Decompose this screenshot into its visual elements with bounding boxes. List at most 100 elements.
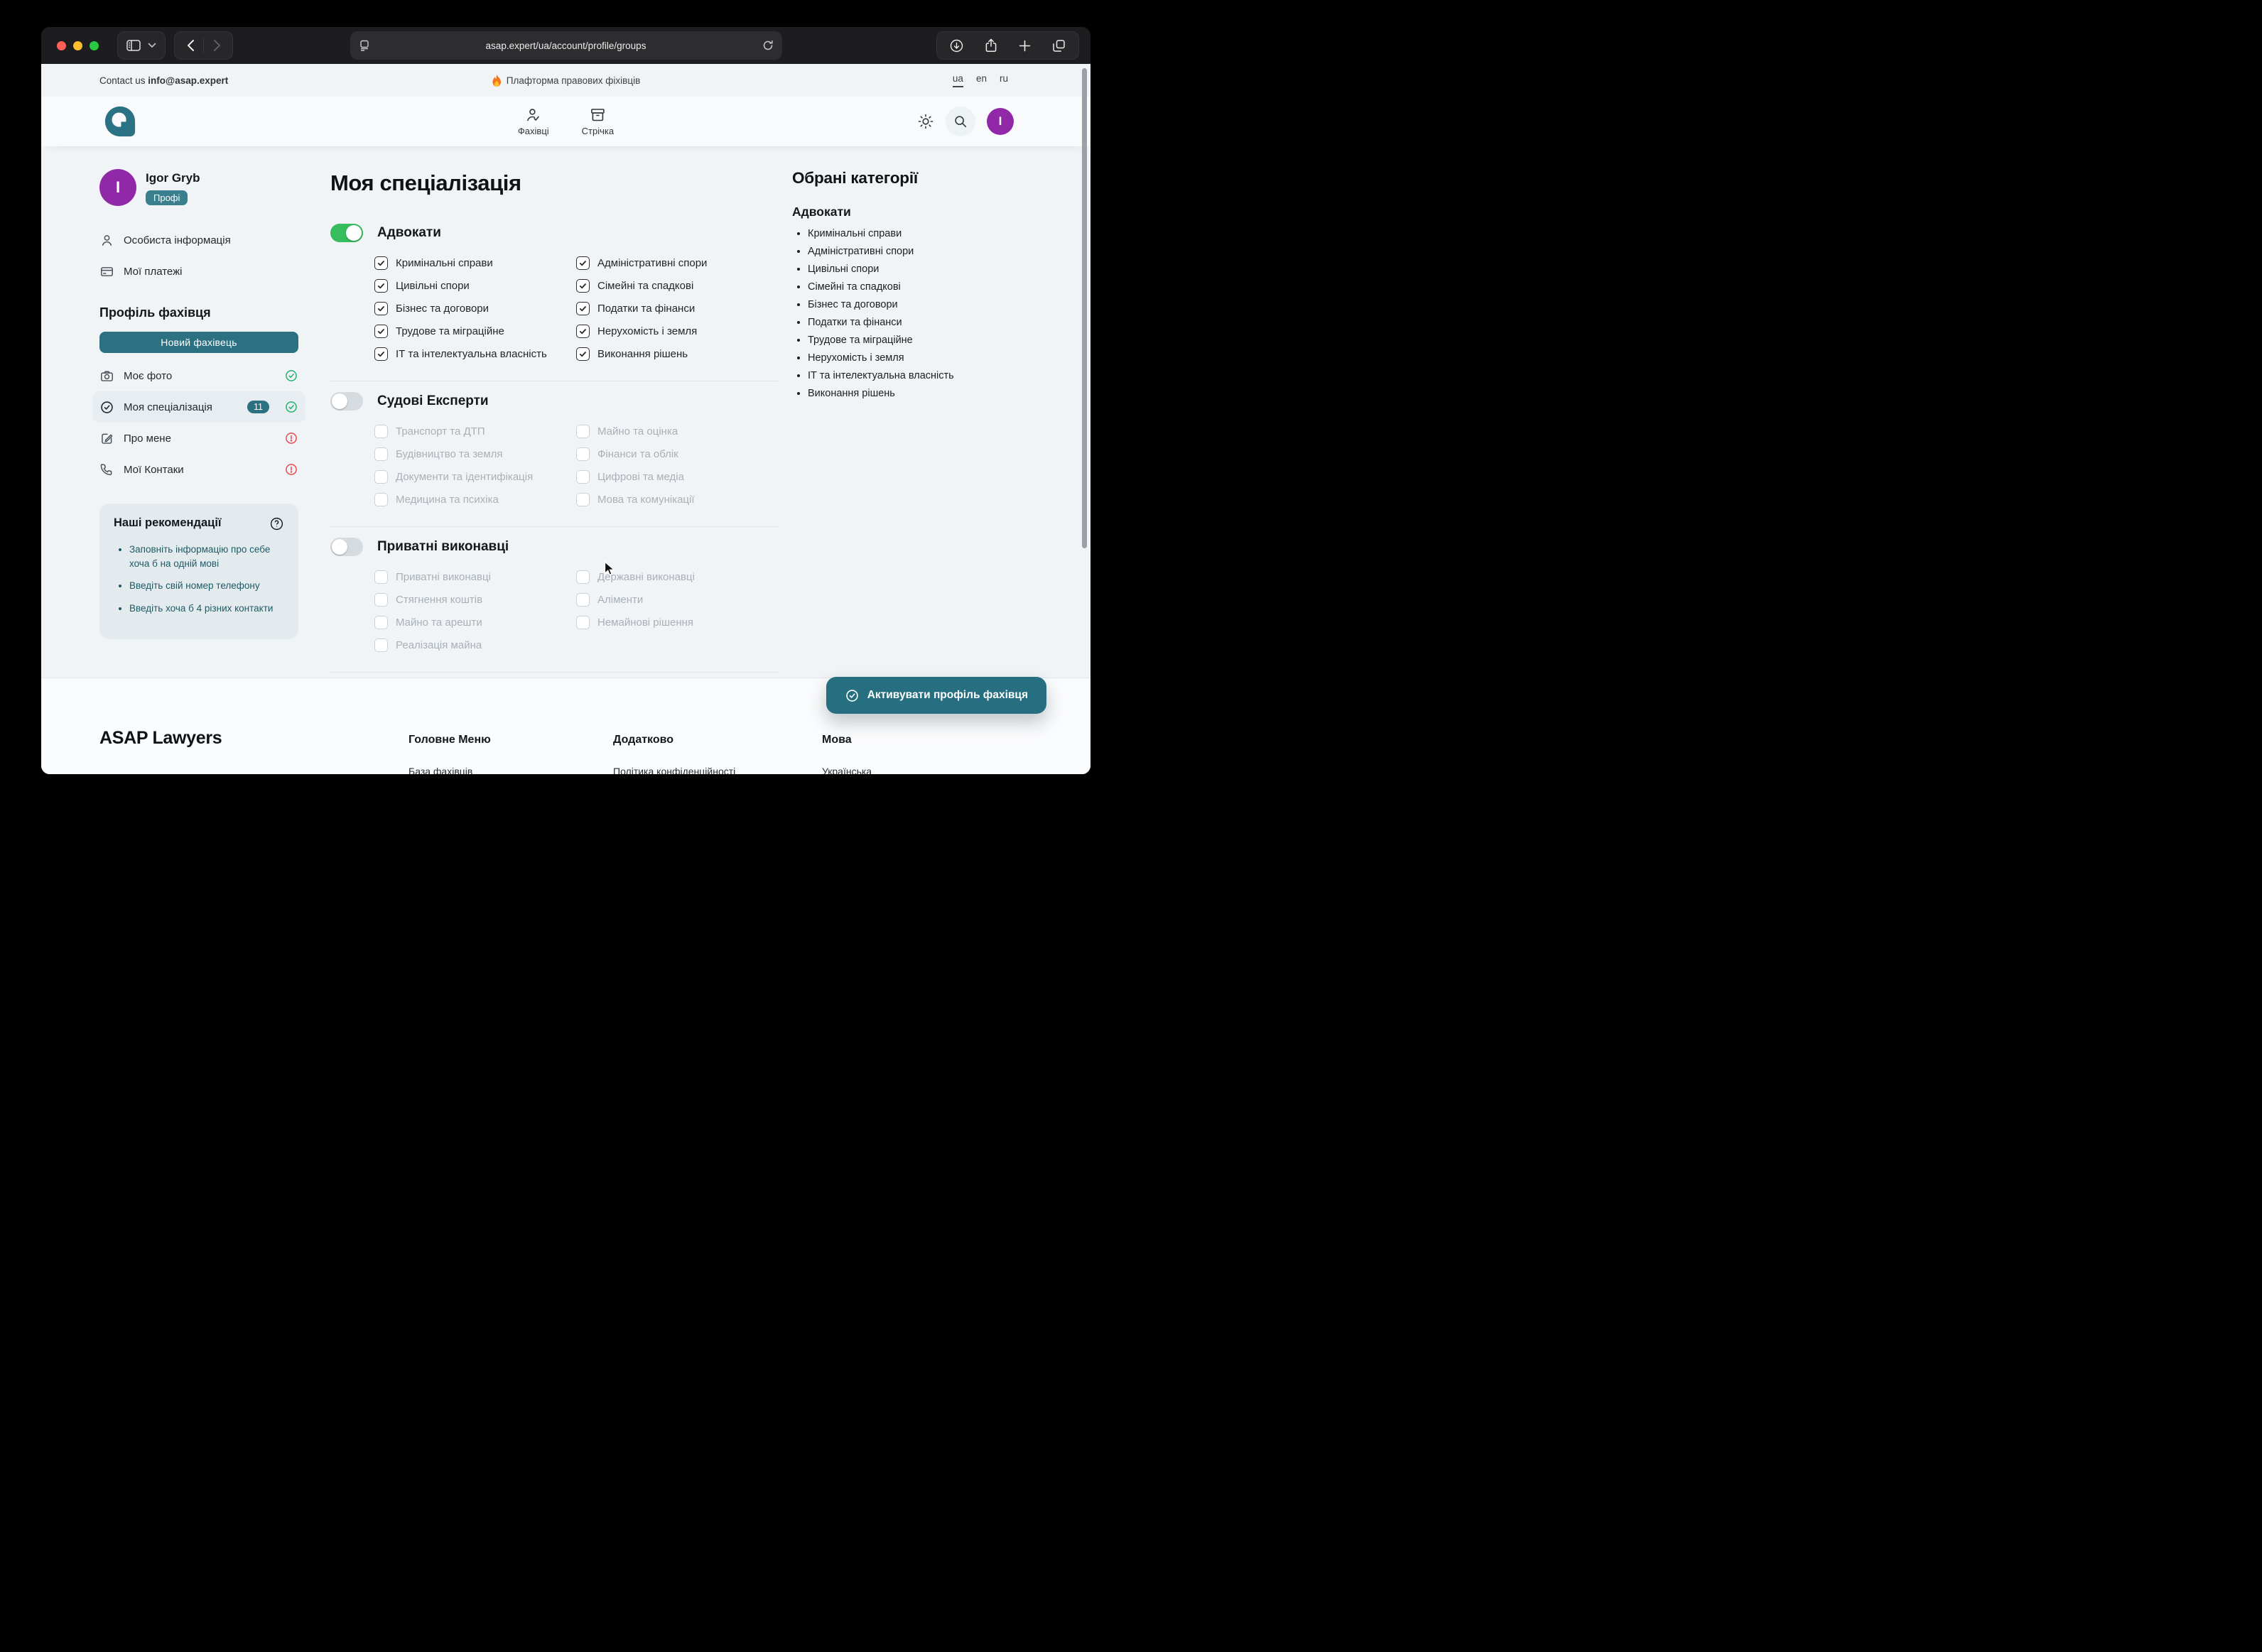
category-label: Сімейні та спадкові [597,280,693,292]
sidebar-item-about-me[interactable]: Про мене [92,423,305,454]
done-check-icon [284,400,298,414]
footer-column-title: Додатково [613,734,735,746]
nav-item-feed[interactable]: Стрічка [582,107,614,136]
tab-overview-icon[interactable] [1052,39,1066,53]
check-circle-icon [845,688,860,703]
recommendation-item[interactable]: Введіть свій номер телефону [129,579,284,593]
category-checkbox[interactable]: Транспорт та ДТП [374,425,576,438]
category-label: Бізнес та договори [396,303,489,315]
category-checkbox[interactable]: Цифрові та медіа [576,470,778,484]
checkbox-icon [374,593,388,607]
downloads-icon[interactable] [950,39,963,53]
page-scrollbar[interactable] [1082,68,1087,548]
reload-icon[interactable] [762,40,774,51]
forward-button[interactable] [204,35,229,56]
category-checkbox[interactable]: Бізнес та договори [374,302,576,315]
sidebar-item-personal-info[interactable]: Особиста інформація [99,224,298,256]
checkbox-icon [576,616,590,629]
specialization-group: Приватні виконавці Приватні виконавці Ст… [330,527,778,673]
selected-category-item: Нерухомість і земля [808,352,979,364]
category-checkbox[interactable]: Фінанси та облік [576,447,778,461]
category-label: Реалізація майна [396,639,482,651]
group-toggle[interactable] [330,224,363,242]
group-toggle[interactable] [330,392,363,411]
category-checkbox[interactable]: Аліменти [576,593,778,607]
recommendations-title: Наші рекомендації [114,516,269,530]
zoom-window-button[interactable] [90,41,99,50]
address-bar[interactable]: asap.expert/ua/account/profile/groups [350,31,782,60]
reader-view-icon[interactable] [359,40,370,51]
lang-option-ua[interactable]: ua [953,73,963,87]
category-label: Будівництво та земля [396,448,502,460]
category-checkbox[interactable]: Медицина та психіка [374,493,576,506]
category-checkbox[interactable]: Сімейні та спадкові [576,279,778,293]
category-checkbox[interactable]: ІТ та інтелектуальна власність [374,347,576,361]
group-title: Судові Експерти [377,393,489,409]
selected-category-item: Сімейні та спадкові [808,281,979,293]
sidebar-item-payments[interactable]: Мої платежі [99,256,298,287]
category-checkbox[interactable]: Виконання рішень [576,347,778,361]
category-checkbox[interactable]: Адміністративні спори [576,256,778,270]
minimize-window-button[interactable] [73,41,82,50]
contact-label: Contact us [99,75,148,86]
category-checkbox[interactable]: Нерухомість і земля [576,325,778,338]
checkbox-icon [374,347,388,361]
contact-info[interactable]: Contact us info@asap.expert [99,75,228,86]
recommendation-item[interactable]: Введіть хоча б 4 різних контакти [129,602,284,616]
category-checkbox[interactable]: Немайнові рішення [576,616,778,629]
specialization-group: Адвокати Кримінальні справи Цивільні спо… [330,213,778,381]
category-checkbox[interactable]: Майно та оцінка [576,425,778,438]
footer-link[interactable]: База фахівців [408,766,491,774]
nav-item-specialists[interactable]: Фахівці [518,107,549,136]
category-label: Трудове та міграційне [396,325,504,337]
chevron-down-icon[interactable] [148,43,156,48]
activate-profile-button[interactable]: Активувати профіль фахівця [826,677,1046,714]
lang-option-ru[interactable]: ru [1000,73,1008,87]
camera-icon [99,369,114,384]
category-checkbox[interactable]: Приватні виконавці [374,570,576,584]
theme-sun-icon[interactable] [917,113,934,130]
contact-email[interactable]: info@asap.expert [148,75,228,86]
footer-column-title: Головне Меню [408,734,491,746]
user-avatar[interactable]: I [987,108,1014,135]
category-checkbox[interactable]: Стягнення коштів [374,593,576,607]
phone-icon [99,462,114,477]
category-checkbox[interactable]: Кримінальні справи [374,256,576,270]
checkbox-icon [576,570,590,584]
recommendation-item[interactable]: Заповніть інформацію про себе хоча б на … [129,543,284,570]
category-checkbox[interactable]: Трудове та міграційне [374,325,576,338]
checkbox-column: Транспорт та ДТП Будівництво та земля До… [374,425,576,506]
group-toggle[interactable] [330,538,363,556]
selected-category-item: ІТ та інтелектуальна власність [808,370,979,381]
category-checkbox[interactable]: Мова та комунікації [576,493,778,506]
category-label: ІТ та інтелектуальна власність [396,348,547,360]
sidebar-item-my-photo[interactable]: Моє фото [92,360,305,391]
share-icon[interactable] [985,38,997,53]
sidebar-item-my-specialization[interactable]: Моя спеціалізація 11 [92,391,305,423]
person-icon [99,233,114,248]
new-tab-icon[interactable] [1019,40,1031,52]
category-checkbox[interactable]: Документи та ідентифікація [374,470,576,484]
status-banner: Новий фахівець [99,332,298,353]
chrome-actions [936,31,1079,60]
footer-link[interactable]: Політика конфіденційності [613,766,735,774]
activate-button-label: Активувати профіль фахівця [867,689,1028,702]
search-button[interactable] [946,107,975,136]
checkbox-icon [374,325,388,338]
lang-option-en[interactable]: en [976,73,987,87]
help-icon[interactable] [269,516,284,531]
category-checkbox[interactable]: Майно та арешти [374,616,576,629]
category-checkbox[interactable]: Реалізація майна [374,638,576,652]
category-checkbox[interactable]: Податки та фінанси [576,302,778,315]
category-label: Майно та арешти [396,616,482,629]
footer-link[interactable]: Українська [822,766,872,774]
close-window-button[interactable] [57,41,66,50]
category-label: Мова та комунікації [597,494,695,506]
back-button[interactable] [178,35,203,56]
footer-column: Додатково Політика конфіденційності [613,734,735,774]
sidebar-toggle-icon[interactable] [126,40,141,51]
category-checkbox[interactable]: Будівництво та земля [374,447,576,461]
category-checkbox[interactable]: Цивільні спори [374,279,576,293]
sidebar-item-my-contacts[interactable]: Мої Контаки [92,454,305,485]
site-logo[interactable] [104,105,136,138]
